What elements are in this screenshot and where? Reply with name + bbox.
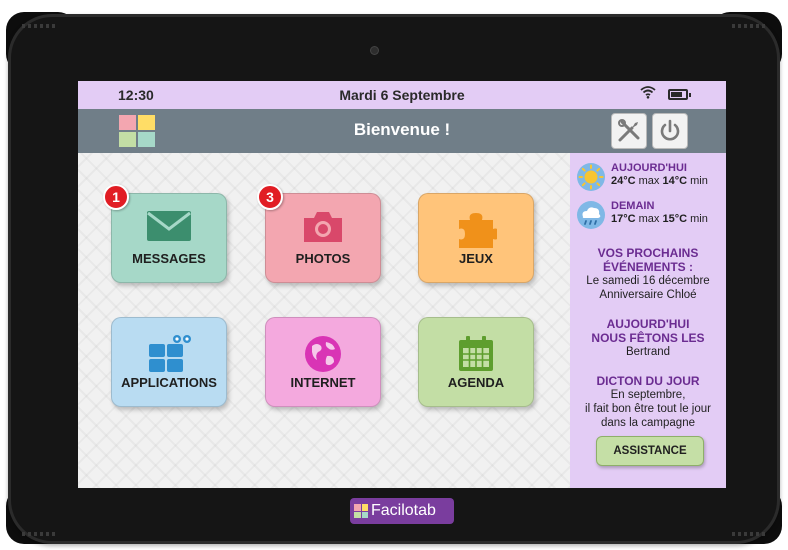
battery-icon: [668, 89, 691, 100]
tile-label: MESSAGES: [132, 251, 206, 266]
notification-badge-photos: 3: [257, 184, 283, 210]
max-label: max: [638, 175, 660, 187]
tile-agenda[interactable]: AGENDA: [418, 317, 534, 407]
sun-icon: [577, 163, 605, 191]
grip-texture: [22, 532, 56, 536]
camera-icon: [304, 212, 342, 242]
tile-internet[interactable]: INTERNET: [265, 317, 381, 407]
grip-texture: [732, 24, 766, 28]
power-button[interactable]: [652, 113, 688, 149]
tools-icon: [618, 119, 640, 142]
tile-label: JEUX: [459, 251, 493, 266]
tile-label: AGENDA: [447, 375, 505, 390]
min-label: min: [690, 175, 708, 187]
weather-today-max: 24°C: [611, 175, 636, 187]
name-day-title-line1: AUJOURD'HUI: [606, 317, 690, 331]
home-grid: MESSAGES 1 PHOTOS 3 JEUX APPLICATIONS IN…: [78, 153, 570, 488]
weather-today: AUJOURD'HUI 24°C max 14°C min: [576, 162, 726, 192]
envelope-icon: [147, 211, 191, 241]
assistance-button[interactable]: ASSISTANCE: [596, 436, 704, 466]
grip-texture: [22, 24, 56, 28]
saying-line2: il fait bon être tout le jour: [585, 403, 711, 415]
event-date: Le samedi 16 décembre: [586, 275, 710, 287]
event-name: Anniversaire Chloé: [599, 289, 697, 301]
battery-level: [671, 92, 682, 97]
tile-jeux[interactable]: JEUX: [418, 193, 534, 283]
header-bar: Bienvenue !: [78, 109, 726, 153]
settings-button[interactable]: [611, 113, 647, 149]
weather-today-min: 14°C: [662, 175, 688, 187]
app-grid-icon: [149, 335, 191, 372]
facilotab-logo: Facilotab: [350, 498, 454, 524]
min-label: min: [690, 213, 708, 225]
info-sidebar: AUJOURD'HUI 24°C max 14°C min DEMAIN 17°…: [570, 153, 726, 488]
saying-block: DICTON DU JOUR En septembre, il fait bon…: [570, 374, 726, 430]
events-title-line2: ÉVÉNEMENTS :: [602, 260, 693, 274]
tile-label: PHOTOS: [295, 251, 351, 266]
weather-today-label: AUJOURD'HUI: [611, 162, 687, 174]
tile-label: APPLICATIONS: [121, 375, 217, 390]
rain-cloud-icon: [577, 201, 605, 229]
saying-line1: En septembre,: [610, 389, 686, 401]
power-icon: [660, 119, 680, 141]
events-block: VOS PROCHAINS ÉVÉNEMENTS : Le samedi 16 …: [570, 246, 726, 302]
front-camera: [371, 47, 378, 54]
tile-photos[interactable]: PHOTOS: [265, 193, 381, 283]
grip-texture: [732, 532, 766, 536]
status-date: Mardi 6 Septembre: [339, 87, 465, 103]
notification-badge-messages: 1: [103, 184, 129, 210]
tile-applications[interactable]: APPLICATIONS: [111, 317, 227, 407]
events-title-line1: VOS PROCHAINS: [597, 246, 699, 260]
puzzle-icon: [459, 213, 497, 248]
calendar-icon: [459, 336, 493, 371]
status-bar: 12:30 Mardi 6 Septembre: [78, 81, 726, 109]
tile-messages[interactable]: MESSAGES: [111, 193, 227, 283]
weather-tomorrow: DEMAIN 17°C max 15°C min: [576, 200, 726, 230]
globe-icon: [305, 336, 341, 372]
saying-line3: dans la campagne: [601, 417, 695, 429]
weather-tomorrow-min: 15°C: [662, 213, 688, 225]
wifi-icon: [640, 85, 656, 103]
brand-name: Facilotab: [371, 502, 436, 519]
tile-label: INTERNET: [290, 375, 356, 390]
name-day-name: Bertrand: [625, 346, 671, 358]
name-day-title-line2: NOUS FÊTONS LES: [591, 331, 705, 345]
weather-tomorrow-max: 17°C: [611, 213, 636, 225]
weather-tomorrow-label: DEMAIN: [611, 200, 655, 212]
screen: 12:30 Mardi 6 Septembre Bienvenue ! MESS…: [78, 81, 726, 488]
max-label: max: [638, 213, 660, 225]
facilotab-logo-icon: [354, 504, 368, 518]
name-day-block: AUJOURD'HUI NOUS FÊTONS LES Bertrand: [570, 317, 726, 359]
saying-title: DICTON DU JOUR: [596, 374, 700, 388]
